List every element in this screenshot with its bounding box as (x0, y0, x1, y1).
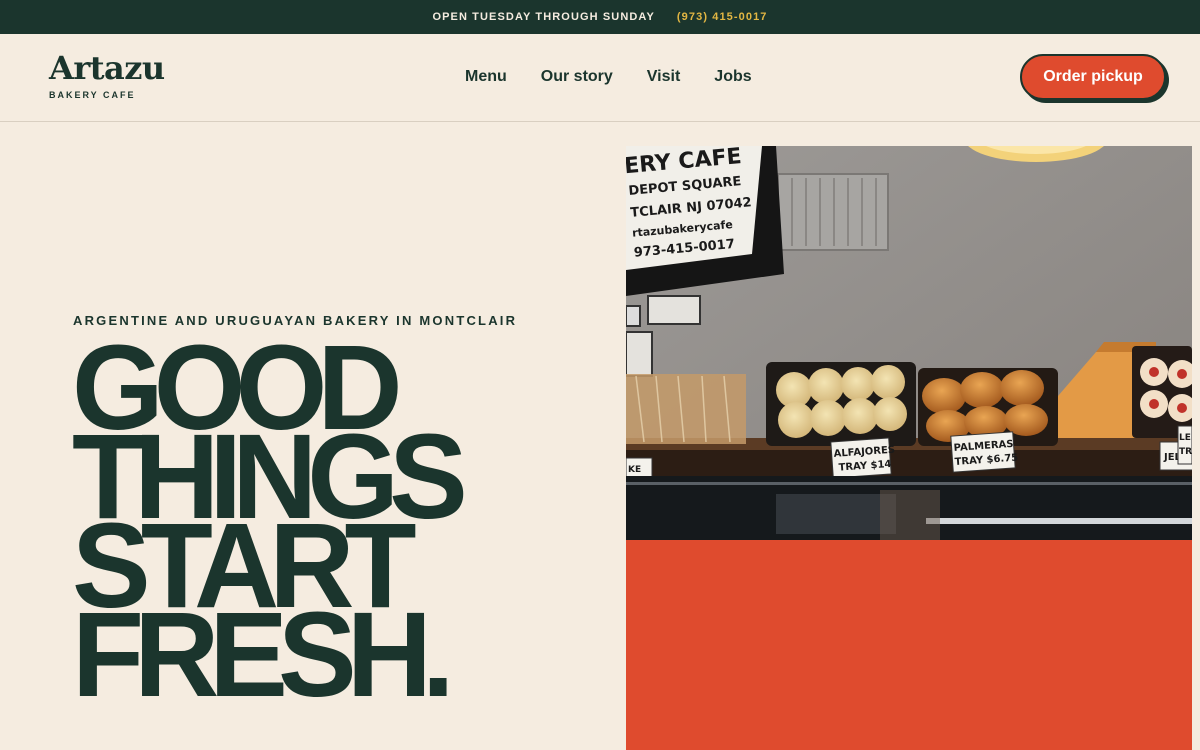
logo[interactable]: Artazu BAKERY CAFE (49, 50, 165, 100)
site-header: Artazu BAKERY CAFE Menu Our story Visit … (0, 34, 1200, 122)
headline-line-4: FRESH. (72, 587, 455, 723)
logo-subtitle: BAKERY CAFE (49, 90, 136, 100)
accent-red-block (626, 540, 1192, 750)
nav-jobs[interactable]: Jobs (714, 67, 751, 87)
announcement-bar: OPEN TUESDAY THROUGH SUNDAY (973) 415-00… (0, 0, 1200, 34)
phone-link[interactable]: (973) 415-0017 (677, 11, 768, 23)
logo-name: Artazu (49, 49, 165, 87)
nav-visit[interactable]: Visit (647, 67, 681, 87)
tag-right-2: TR (1179, 447, 1192, 457)
tag-right-1: LE (1179, 433, 1191, 443)
bakery-display-illustration: ERY CAFE DEPOT SQUARE TCLAIR NJ 07042 rt… (626, 146, 1192, 540)
nav-our-story[interactable]: Our story (541, 67, 613, 87)
main-nav: Menu Our story Visit Jobs (465, 67, 786, 87)
hours-text: OPEN TUESDAY THROUGH SUNDAY (432, 11, 655, 23)
bakery-display-photo: ERY CAFE DEPOT SQUARE TCLAIR NJ 07042 rt… (626, 146, 1192, 540)
hero-headline: GOOD THINGS START FRESH. (72, 328, 468, 723)
order-pickup-button[interactable]: Order pickup (1020, 54, 1166, 100)
nav-menu[interactable]: Menu (465, 67, 507, 87)
tag-left-1: KE (628, 465, 641, 475)
